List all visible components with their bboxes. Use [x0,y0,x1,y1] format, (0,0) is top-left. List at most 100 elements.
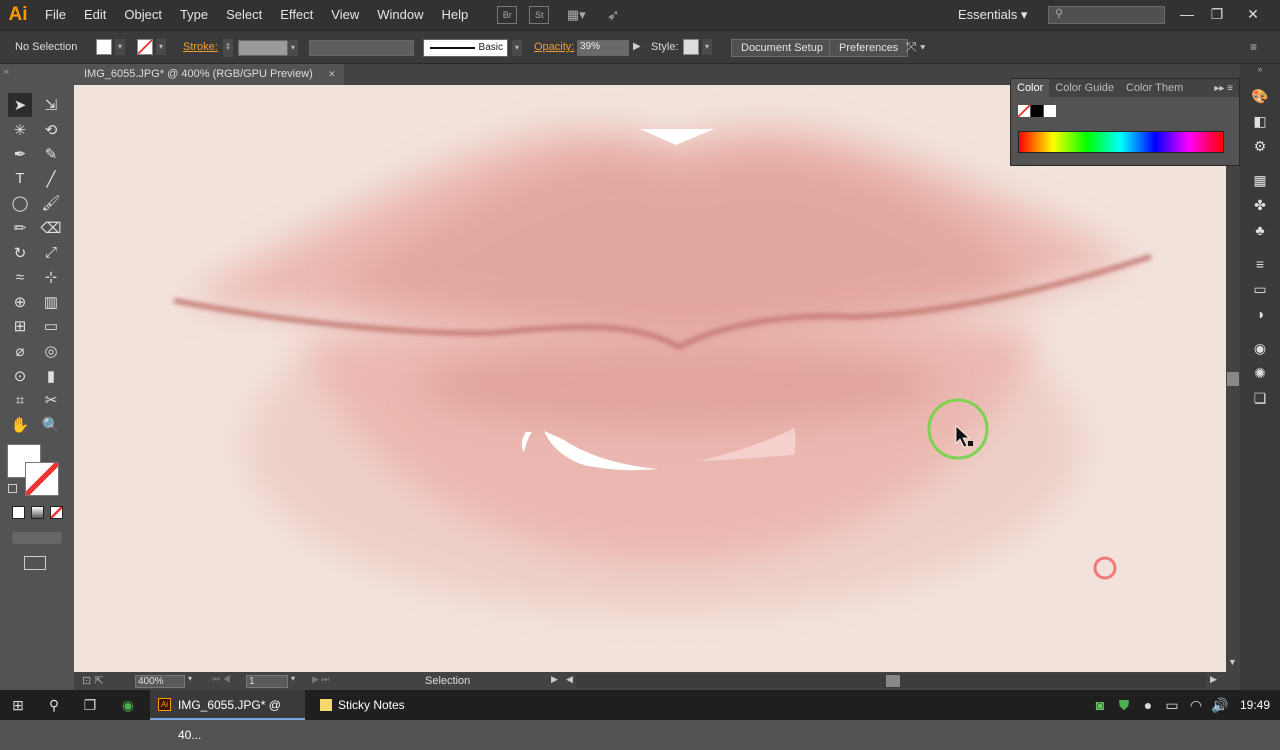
menu-file[interactable]: File [36,0,75,30]
taskbar-app-sticky-notes[interactable]: Sticky Notes [310,690,420,720]
close-icon[interactable]: ✕ [328,64,336,85]
windows-start-icon[interactable]: ⊞ [8,695,28,715]
expand-dock-icon[interactable]: » [1240,64,1280,82]
arrange-icon[interactable]: ⤧ ▾ [906,39,925,55]
search-input[interactable]: ⚲ [1048,6,1165,24]
artboard-number-input[interactable]: 1 [246,675,288,688]
color-mode-button[interactable] [12,506,25,519]
lasso-tool[interactable]: ⟲ [39,118,63,142]
stroke-weight-stepper[interactable]: ⇕ [223,39,233,57]
style-dropdown[interactable]: ▾ [702,39,712,55]
menu-effect[interactable]: Effect [271,0,322,30]
scroll-down-icon[interactable]: ▼ [1228,657,1237,667]
eyedropper-tool[interactable]: ⌀ [8,339,32,363]
zoom-tool[interactable]: 🔍 [39,413,63,437]
ellipse-tool[interactable]: ◯ [8,191,32,215]
zoom-level-input[interactable]: 400% [135,675,185,688]
stroke-color-box[interactable] [25,462,59,496]
slice-tool[interactable]: ✂ [39,388,63,412]
menu-view[interactable]: View [322,0,368,30]
stroke-label[interactable]: Stroke: [183,41,218,53]
tab-color-guide[interactable]: Color Guide [1049,82,1120,94]
color-guide-icon[interactable]: ◧ [1247,110,1273,132]
close-button[interactable]: ✕ [1238,0,1268,30]
curvature-tool[interactable]: ✎ [39,142,63,166]
line-tool[interactable]: ╱ [39,167,63,191]
graphic-styles-icon[interactable]: ✺ [1247,362,1273,384]
width-tool[interactable]: ≈ [8,265,32,289]
scroll-right-icon[interactable]: ▶ [1210,674,1217,685]
gradient-icon[interactable]: ▭ [1247,278,1273,300]
none-mode-button[interactable] [50,506,63,519]
stock-icon[interactable]: St [529,6,550,24]
network-icon[interactable]: ◠ [1186,695,1206,715]
tray-recording-icon[interactable]: ● [1138,695,1158,715]
brush-dropdown[interactable]: ▾ [512,40,522,56]
menu-object[interactable]: Object [115,0,171,30]
status-menu-arrow-icon[interactable]: ▶ [551,674,558,685]
tray-keyboard-icon[interactable]: ▭ [1162,695,1182,715]
chrome-icon[interactable]: ◉ [118,695,138,715]
transparency-icon[interactable]: ◑ [1247,303,1273,325]
appearance-icon[interactable]: ◉ [1247,337,1273,359]
swatches-icon[interactable]: ▦ [1247,169,1273,191]
scale-tool[interactable]: ⤢ [39,241,63,265]
draw-mode-icon[interactable] [12,532,62,544]
none-swatch[interactable] [1018,105,1030,117]
stroke-weight-input[interactable] [238,40,288,56]
layers-icon[interactable]: ❏ [1247,387,1273,409]
symbol-sprayer-tool[interactable]: ⊙ [8,364,32,388]
zoom-dropdown[interactable]: ▾ [188,674,192,683]
horizontal-scroll-thumb[interactable] [886,675,900,687]
rotate-tool[interactable]: ↻ [8,241,32,265]
artboard-canvas[interactable] [74,85,1226,672]
panel-menu-icon[interactable]: ≡ [1250,40,1257,54]
gradient-mode-button[interactable] [31,506,44,519]
workspace-switcher[interactable]: Essentials ▾ [948,0,1037,30]
horizontal-scrollbar[interactable] [576,674,1206,688]
artboard-tool[interactable]: ⌗ [8,388,32,412]
minimize-button[interactable]: — [1172,0,1202,30]
preferences-button[interactable]: Preferences [829,39,909,57]
vertical-scrollbar[interactable]: ▼ [1226,85,1240,672]
pen-tool[interactable]: ✒ [8,142,32,166]
artboard-nav-icon[interactable]: ⊡ ⇱ [82,674,104,687]
panel-expand-icon[interactable]: ▸▸ ≡ [1208,83,1239,94]
tab-color[interactable]: Color [1011,79,1050,97]
black-swatch[interactable] [1031,105,1043,117]
selection-tool[interactable]: ➤ [8,93,32,117]
magic-wand-tool[interactable]: ✳ [8,118,32,142]
gpu-performance-icon[interactable]: ➶ [603,6,623,24]
artboard-dropdown[interactable]: ▾ [291,674,295,683]
color-spectrum-bar[interactable] [1018,131,1224,153]
stroke-weight-dropdown[interactable]: ▾ [288,40,298,56]
eraser-tool[interactable]: ⌫ [39,216,63,240]
white-swatch[interactable] [1044,105,1056,117]
vertical-scroll-thumb[interactable] [1227,372,1239,386]
column-graph-tool[interactable]: ▮ [39,364,63,388]
menu-window[interactable]: Window [368,0,432,30]
type-tool[interactable]: T [8,167,32,191]
screen-mode-icon[interactable] [24,556,46,570]
arrange-documents-icon[interactable]: ▦▾ [561,6,591,24]
color-panel-icon[interactable]: 🎨 [1247,85,1273,107]
paintbrush-tool[interactable]: 🖌 [39,191,63,215]
default-fill-stroke-icon[interactable] [8,484,17,493]
scroll-left-icon[interactable]: ◀ [566,674,573,685]
bridge-icon[interactable]: Br [497,6,518,24]
previous-artboard-icon[interactable]: ⏮ ◀ [212,674,231,685]
perspective-grid-tool[interactable]: ▥ [39,290,63,314]
mesh-tool[interactable]: ⊞ [8,314,32,338]
color-themes-icon[interactable]: ⚙ [1247,135,1273,157]
menu-type[interactable]: Type [171,0,217,30]
search-icon[interactable]: ⚲ [44,695,64,715]
menu-select[interactable]: Select [217,0,271,30]
symbols-icon[interactable]: ♣ [1247,219,1273,241]
pencil-tool[interactable]: ✏ [8,216,32,240]
document-setup-button[interactable]: Document Setup [731,39,833,57]
taskbar-app-illustrator[interactable]: Ai IMG_6055.JPG* @ 40... [150,690,305,742]
shape-builder-tool[interactable]: ⊕ [8,290,32,314]
direct-selection-tool[interactable]: ⇲ [39,93,63,117]
opacity-arrow-icon[interactable]: ▶ [633,41,641,52]
task-view-icon[interactable]: ❐ [80,695,100,715]
